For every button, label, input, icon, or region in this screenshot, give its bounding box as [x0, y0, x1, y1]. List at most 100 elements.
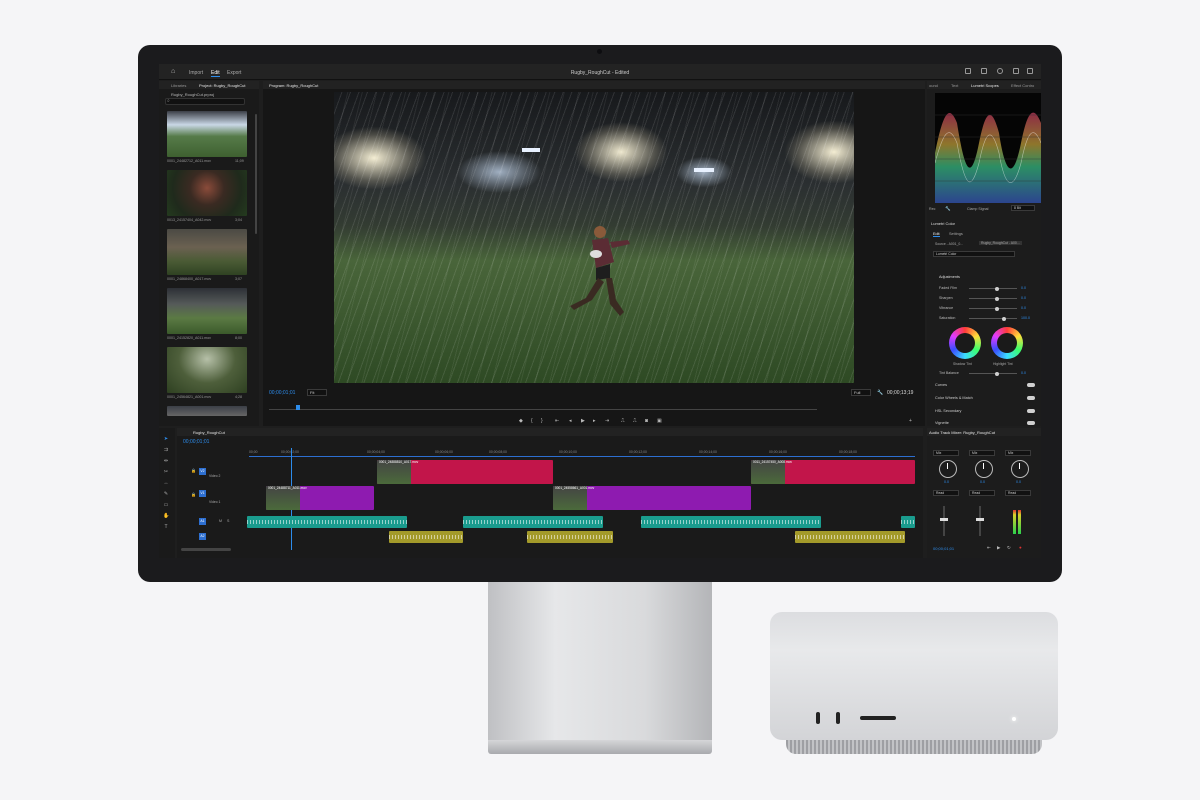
- slider-value[interactable]: 0.0: [1021, 286, 1026, 290]
- track-tag-a1[interactable]: A1: [199, 518, 206, 525]
- volume-fader[interactable]: [979, 506, 981, 536]
- vignette-toggle[interactable]: [1027, 421, 1035, 425]
- automation-dropdown[interactable]: Read: [969, 490, 995, 496]
- quality-dropdown[interactable]: Full: [851, 389, 871, 396]
- saturation-slider[interactable]: [969, 316, 1017, 321]
- tab-sequence[interactable]: Rugby_RoughCut: [193, 430, 225, 435]
- type-tool-icon[interactable]: T: [163, 524, 169, 530]
- quick-export-icon[interactable]: [1013, 68, 1019, 74]
- clip-thumbnail[interactable]: [167, 170, 247, 216]
- record-icon[interactable]: ●: [1019, 545, 1022, 550]
- pan-value[interactable]: 0.0: [944, 480, 949, 484]
- tint-balance-value[interactable]: 0.0: [1021, 371, 1026, 375]
- channel-mode-dropdown[interactable]: Mix: [1005, 450, 1031, 456]
- timeline-audio-clip-a2[interactable]: [527, 531, 613, 543]
- slider-knob[interactable]: [995, 296, 999, 301]
- selection-tool-icon[interactable]: ➤: [163, 436, 169, 442]
- hand-tool-icon[interactable]: ✋: [163, 513, 169, 519]
- lumetri-tab-settings[interactable]: Settings: [949, 232, 963, 236]
- step-forward-icon[interactable]: ▸: [593, 418, 596, 424]
- adjustments-label[interactable]: Adjustments: [939, 275, 960, 279]
- in-point-icon[interactable]: {: [531, 418, 533, 424]
- section-vignette[interactable]: Vignette: [935, 421, 949, 425]
- slider-value[interactable]: 0.0: [1021, 306, 1026, 310]
- section-color-wheels[interactable]: Color Wheels & Match: [935, 396, 973, 400]
- timeline-audio-clip-a1[interactable]: [463, 516, 603, 528]
- play-icon[interactable]: ▶: [581, 418, 585, 424]
- pan-knob[interactable]: [975, 460, 993, 478]
- step-back-icon[interactable]: ◂: [569, 418, 572, 424]
- tab-project[interactable]: Project: Rugby_RoughCut: [199, 83, 245, 88]
- sharpen-slider[interactable]: [969, 296, 1017, 301]
- razor-tool-icon[interactable]: ✂: [163, 469, 169, 475]
- clip-thumbnail[interactable]: [167, 111, 247, 157]
- track-tag-v2[interactable]: V2: [199, 468, 206, 475]
- tab-text[interactable]: Text: [951, 83, 958, 88]
- timeline-audio-clip-a2[interactable]: [389, 531, 463, 543]
- slider-knob[interactable]: [1002, 316, 1006, 321]
- slider-value[interactable]: 100.0: [1021, 316, 1030, 320]
- clip-thumbnail[interactable]: [167, 406, 247, 416]
- channel-mode-dropdown[interactable]: Mix: [933, 450, 959, 456]
- bit-depth-dropdown[interactable]: 8 Bit: [1011, 205, 1035, 211]
- section-curves[interactable]: Curves: [935, 383, 947, 387]
- progress-icon[interactable]: [997, 68, 1003, 74]
- scrub-bar[interactable]: [269, 409, 817, 410]
- timeline-audio-clip-a1[interactable]: [641, 516, 821, 528]
- timeline-audio-clip-a2[interactable]: [795, 531, 905, 543]
- mixer-go-start-icon[interactable]: ⇤: [987, 545, 991, 551]
- out-point-icon[interactable]: }: [541, 418, 543, 424]
- timeline-clip-v1[interactable]: 0001_24558661_A001.mov: [553, 486, 751, 510]
- extract-icon[interactable]: ⎍: [633, 418, 637, 424]
- slider-value[interactable]: 0.0: [1021, 296, 1026, 300]
- fader-cap[interactable]: [976, 518, 984, 521]
- slip-tool-icon[interactable]: ↔: [163, 480, 169, 486]
- tab-lumetri-scopes[interactable]: Lumetri Scopes: [971, 83, 999, 88]
- compare-icon[interactable]: ▣: [657, 418, 662, 424]
- tab-sound[interactable]: ound: [929, 83, 938, 88]
- rectangle-tool-icon[interactable]: ▭: [163, 502, 169, 508]
- search-input[interactable]: ⌕: [165, 98, 245, 105]
- slider-knob[interactable]: [995, 286, 999, 291]
- add-icon[interactable]: +: [909, 418, 912, 424]
- section-hsl[interactable]: HSL Secondary: [935, 409, 961, 413]
- vibrance-slider[interactable]: [969, 306, 1017, 311]
- mute-icon[interactable]: M: [219, 519, 222, 523]
- timeline-clip-v2[interactable]: 0001_24888810_A017.mov: [377, 460, 553, 484]
- clamp-signal-label[interactable]: Clamp Signal: [967, 207, 988, 211]
- pan-knob[interactable]: [939, 460, 957, 478]
- lock-icon[interactable]: 🔒: [191, 492, 196, 497]
- tab-program[interactable]: Program: Rugby_RoughCut: [269, 83, 318, 88]
- automation-dropdown[interactable]: Read: [1005, 490, 1031, 496]
- source-label[interactable]: Source - A001_0...: [935, 242, 963, 246]
- go-to-in-icon[interactable]: ⇤: [555, 418, 559, 424]
- sequence-label[interactable]: Rugby_RoughCut - A00...: [979, 241, 1022, 245]
- marker-icon[interactable]: ◆: [519, 418, 523, 424]
- faded-film-slider[interactable]: [969, 286, 1017, 291]
- timeline-timecode[interactable]: 00;00;01;01: [183, 439, 209, 445]
- hsl-toggle[interactable]: [1027, 409, 1035, 413]
- scope-mode-label[interactable]: Rec: [929, 207, 935, 211]
- clip-thumbnail[interactable]: [167, 288, 247, 334]
- timeline-audio-clip-a1[interactable]: [247, 516, 407, 528]
- mixer-loop-icon[interactable]: ↻: [1007, 545, 1011, 551]
- pen-tool-icon[interactable]: ✎: [163, 491, 169, 497]
- fader-cap[interactable]: [940, 518, 948, 521]
- track-tag-v1[interactable]: V1: [199, 490, 206, 497]
- timeline-zoom-scrollbar[interactable]: [181, 548, 231, 551]
- program-video-frame[interactable]: [334, 92, 854, 383]
- ripple-edit-tool-icon[interactable]: ⇹: [163, 458, 169, 464]
- pan-knob[interactable]: [1011, 460, 1029, 478]
- program-timecode[interactable]: 00;00;01;01: [269, 390, 295, 396]
- slider-knob[interactable]: [995, 306, 999, 311]
- timeline-audio-clip-a1[interactable]: [901, 516, 915, 528]
- fit-dropdown[interactable]: Fit: [307, 389, 327, 396]
- effect-dropdown[interactable]: Lumetri Color: [933, 251, 1015, 257]
- slider-knob[interactable]: [995, 371, 999, 376]
- lumetri-tab-edit[interactable]: Edit: [933, 232, 940, 237]
- volume-fader[interactable]: [943, 506, 945, 536]
- share-icon[interactable]: [981, 68, 987, 74]
- fullscreen-icon[interactable]: [1027, 68, 1033, 74]
- workspace-icon[interactable]: [965, 68, 971, 74]
- lift-icon[interactable]: ⎍: [621, 418, 625, 424]
